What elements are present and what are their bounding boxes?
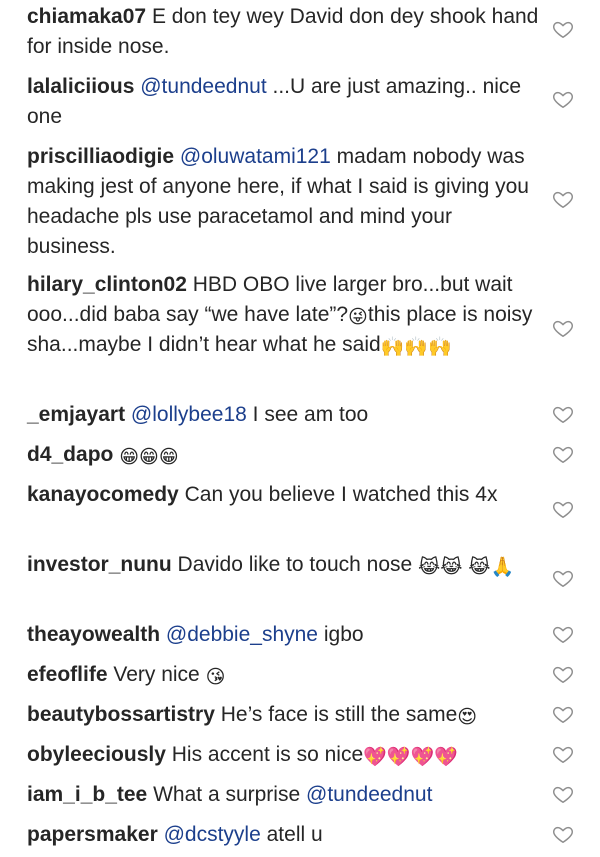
comment-username[interactable]: beautybossartistry (27, 703, 215, 726)
comment-username[interactable]: theayowealth (27, 623, 160, 646)
comment-username[interactable]: priscilliaodigie (27, 145, 174, 168)
comment-username[interactable]: papersmaker (27, 823, 158, 846)
heart-outline-icon (553, 191, 573, 208)
comment-item: chiamaka07 E don tey wey David don dey s… (27, 2, 539, 62)
like-button[interactable] (552, 498, 574, 520)
like-button[interactable] (552, 18, 574, 40)
heart-outline-icon (553, 746, 573, 763)
comment-mention[interactable]: @tundeednut (306, 783, 432, 806)
comment-text: atell u (266, 823, 323, 846)
comment-text: He’s face is still the same (220, 703, 458, 726)
heart-outline-icon (553, 501, 573, 518)
like-button[interactable] (552, 443, 574, 465)
like-button[interactable] (552, 783, 574, 805)
emoji: 😁😁😁 (119, 447, 179, 468)
like-button[interactable] (552, 743, 574, 765)
like-button[interactable] (552, 567, 574, 589)
heart-outline-icon (553, 570, 573, 587)
heart-outline-icon (553, 320, 573, 337)
like-button[interactable] (552, 823, 574, 845)
comment-text: His accent is so nice (171, 743, 364, 766)
comment-username[interactable]: investor_nunu (27, 553, 172, 576)
comment-username[interactable]: obyleeciously (27, 743, 166, 766)
comment-text: What a surprise (153, 783, 301, 806)
heart-outline-icon (553, 706, 573, 723)
comment-item: beautybossartistry He’s face is still th… (27, 700, 539, 730)
comment-item: efeoflife Very nice 😘 (27, 660, 539, 690)
comment-text: Very nice (113, 663, 200, 686)
heart-outline-icon (553, 446, 573, 463)
comment-item: iam_i_b_tee What a surprise @tundeednut (27, 780, 539, 810)
comment-item: d4_dapo 😁😁😁 (27, 440, 539, 470)
emoji: 😜 (348, 307, 368, 328)
comment-username[interactable]: efeoflife (27, 663, 108, 686)
heart-outline-icon (553, 91, 573, 108)
comment-item: kanayocomedy Can you believe I watched t… (27, 480, 539, 510)
comment-username[interactable]: chiamaka07 (27, 5, 146, 28)
comment-username[interactable]: lalaliciious (27, 75, 134, 98)
comment-username[interactable]: kanayocomedy (27, 483, 179, 506)
heart-outline-icon (553, 406, 573, 423)
comment-item: hilary_clinton02 HBD OBO live larger bro… (27, 270, 539, 360)
emoji: 😘 (205, 667, 226, 688)
comment-mention[interactable]: @lollybee18 (131, 403, 247, 426)
heart-outline-icon (553, 786, 573, 803)
comment-item: theayowealth @debbie_shyne igbo (27, 620, 539, 650)
comment-item: lalaliciious @tundeednut ...U are just a… (27, 72, 539, 132)
comment-username[interactable]: _emjayart (27, 403, 125, 426)
heart-outline-icon (553, 21, 573, 38)
emoji: 🙌🙌🙌 (380, 337, 452, 358)
heart-outline-icon (553, 826, 573, 843)
comment-item: obyleeciously His accent is so nice💖💖💖💖 (27, 740, 539, 770)
comment-mention[interactable]: @oluwatami121 (180, 145, 331, 168)
comment-text: Davido like to touch nose (177, 553, 413, 576)
emoji: 😹🙏 (468, 557, 515, 578)
like-button[interactable] (552, 623, 574, 645)
comment-item: priscilliaodigie @oluwatami121 madam nob… (27, 142, 539, 262)
like-button[interactable] (552, 188, 574, 210)
like-button[interactable] (552, 403, 574, 425)
emoji: 😍 (457, 707, 478, 728)
comment-text: I see am too (252, 403, 369, 426)
heart-outline-icon (553, 626, 573, 643)
comment-mention[interactable]: @dcstyyle (164, 823, 261, 846)
comment-item: _emjayart @lollybee18 I see am too (27, 400, 539, 430)
comment-username[interactable]: iam_i_b_tee (27, 783, 147, 806)
comment-mention[interactable]: @debbie_shyne (166, 623, 318, 646)
like-button[interactable] (552, 703, 574, 725)
comment-text: igbo (323, 623, 364, 646)
emoji: 💖💖💖💖 (363, 747, 458, 768)
comment-item: papersmaker @dcstyyle atell u (27, 820, 539, 850)
comment-item: investor_nunu Davido like to touch nose … (27, 550, 539, 580)
comment-username[interactable]: hilary_clinton02 (27, 273, 187, 296)
like-button[interactable] (552, 88, 574, 110)
emoji: 😹😹 (418, 557, 463, 578)
comment-username[interactable]: d4_dapo (27, 443, 113, 466)
like-button[interactable] (552, 663, 574, 685)
comment-text: Can you believe I watched this 4x (184, 483, 498, 506)
comment-mention[interactable]: @tundeednut (140, 75, 266, 98)
like-button[interactable] (552, 317, 574, 339)
heart-outline-icon (553, 666, 573, 683)
